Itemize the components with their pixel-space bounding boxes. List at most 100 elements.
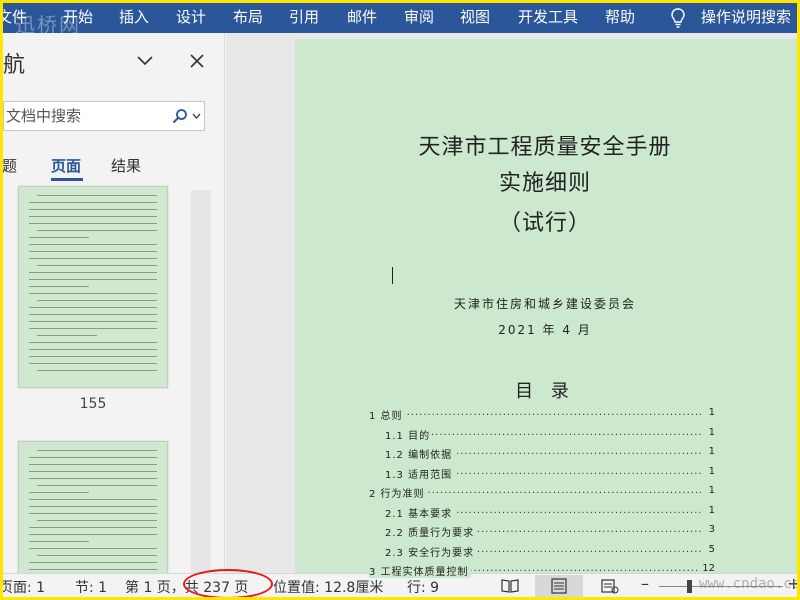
ribbon-tabs: 文件 开始 插入 设计 布局 引用 邮件 审阅 视图 开发工具 帮助 操作说明搜…	[3, 3, 797, 37]
word-window: 文件 开始 插入 设计 布局 引用 邮件 审阅 视图 开发工具 帮助 操作说明搜…	[3, 3, 797, 597]
toc-entry[interactable]: ........................................…	[369, 407, 715, 423]
tab-home[interactable]: 开始	[63, 3, 93, 33]
page-thumbnail[interactable]	[18, 186, 168, 388]
status-page[interactable]: 页面: 1	[3, 577, 45, 597]
toc-entry-page: 1	[706, 446, 715, 457]
toc-heading: 目 录	[515, 381, 575, 402]
thumbnail-text-line	[29, 328, 157, 329]
page-thumbnail[interactable]	[18, 441, 168, 573]
search-icon[interactable]	[172, 108, 188, 124]
doc-title-line1: 天津市工程质量安全手册	[418, 135, 672, 160]
zoom-out-button[interactable]: –	[641, 574, 649, 593]
thumbnail-text-line	[37, 450, 157, 451]
thumbnail-text-line	[29, 251, 157, 252]
close-icon[interactable]	[189, 53, 205, 69]
toc-entry-label: 2 行为准则	[369, 485, 427, 500]
nav-tab-headings[interactable]: 标题	[3, 155, 17, 176]
toc-entry-label: 2.1 基本要求	[385, 504, 455, 520]
thumbnail-text-line	[37, 335, 97, 336]
thumbnail-text-line	[29, 562, 157, 563]
thumbnail-text-line	[29, 513, 157, 514]
thumbnail-text-line	[29, 244, 157, 245]
thumbnail-text-line	[29, 356, 157, 357]
zoom-slider-handle[interactable]	[687, 580, 692, 593]
thumbnail-text-line	[29, 286, 89, 287]
thumbnail-text-line	[29, 569, 157, 570]
web-layout-icon[interactable]	[601, 578, 619, 594]
thumbnail-text-line	[29, 272, 157, 273]
toc-dot-leader: ........................................…	[385, 426, 701, 438]
status-line[interactable]: 行: 9	[407, 577, 439, 597]
print-layout-icon[interactable]	[550, 578, 568, 594]
status-position[interactable]: 位置值: 12.8厘米	[273, 577, 383, 597]
thumbnail-text-line	[29, 216, 157, 217]
thumbnail-text-line	[29, 527, 157, 528]
thumbnail-text-line	[37, 520, 157, 521]
thumbnail-text-line	[29, 492, 89, 493]
read-mode-icon[interactable]	[501, 578, 519, 594]
tab-mailings[interactable]: 邮件	[347, 3, 377, 33]
thumbnail-text-line	[29, 314, 157, 315]
toc-entry-label: 1.1 目的	[385, 426, 433, 442]
page-thumbnails: 155	[3, 186, 211, 573]
thumbnail-text-line	[29, 541, 89, 542]
toc-entry[interactable]: ........................................…	[385, 524, 715, 540]
thumbnail-text-line	[29, 548, 157, 549]
toc-entry[interactable]: ........................................…	[385, 465, 715, 482]
thumbnail-text-line	[29, 209, 157, 210]
thumbnail-text-line	[37, 265, 157, 266]
toc-entry[interactable]: ........................................…	[385, 426, 715, 443]
tab-layout[interactable]: 布局	[233, 3, 263, 33]
thumbnail-page-number: 155	[79, 396, 107, 412]
toc-entry-page: 1	[706, 426, 715, 438]
toc-entry[interactable]: ........................................…	[385, 543, 715, 560]
document-area: 天津市工程质量安全手册 实施细则 （试行） 天津市住房和城乡建设委员会 2021…	[226, 33, 797, 578]
navigation-pane: 导航 标题 页面 结果 155	[3, 33, 225, 573]
lightbulb-icon	[671, 8, 685, 28]
toc-entry[interactable]: ........................................…	[369, 485, 715, 501]
thumbnail-text-line	[29, 223, 157, 224]
nav-tab-results[interactable]: 结果	[111, 155, 141, 176]
document-page[interactable]: 天津市工程质量安全手册 实施细则 （试行） 天津市住房和城乡建设委员会 2021…	[295, 39, 797, 578]
thumbnail-text-line	[29, 342, 157, 343]
toc-entry[interactable]: ........................................…	[385, 504, 715, 521]
tab-help[interactable]: 帮助	[605, 3, 635, 33]
thumbnail-text-line	[37, 300, 157, 301]
thumbnail-text-line	[37, 230, 157, 231]
thumbnail-text-line	[29, 279, 157, 280]
tab-developer[interactable]: 开发工具	[518, 3, 578, 33]
tab-review[interactable]: 审阅	[404, 3, 434, 33]
toc-entry-label: 3 工程实体质量控制	[369, 563, 471, 578]
status-section[interactable]: 节: 1	[75, 577, 107, 597]
tab-design[interactable]: 设计	[176, 3, 206, 33]
toc-entry-label: 2.2 质量行为要求	[385, 524, 477, 539]
thumbnail-text-line	[29, 499, 157, 500]
thumbnail-text-line	[37, 195, 157, 196]
toc-entry-page: 3	[706, 524, 715, 535]
chevron-down-icon[interactable]	[136, 53, 154, 67]
thumbnail-text-line	[37, 485, 157, 486]
thumbnail-text-line	[29, 506, 157, 507]
thumbnail-text-line	[29, 363, 157, 364]
search-options-dropdown-icon[interactable]	[192, 113, 201, 120]
thumbnail-text-line	[29, 478, 157, 479]
nav-tab-pages[interactable]: 页面	[51, 155, 81, 176]
toc-entry[interactable]: ........................................…	[385, 446, 715, 462]
nav-title: 导航	[3, 53, 26, 78]
search-input[interactable]	[4, 102, 164, 130]
thumbnail-text-line	[29, 321, 157, 322]
text-cursor	[392, 267, 393, 284]
tab-view[interactable]: 视图	[460, 3, 490, 33]
tab-file[interactable]: 文件	[3, 3, 27, 33]
site-watermark: www.cndao.com	[699, 576, 797, 592]
nav-scrollbar[interactable]	[191, 190, 211, 573]
highlight-ellipse-annotation	[183, 569, 273, 597]
nav-search-box	[3, 101, 205, 131]
tell-me-search[interactable]: 操作说明搜索	[701, 3, 791, 33]
toc-entry-label: 1 总则	[369, 407, 405, 422]
tab-insert[interactable]: 插入	[119, 3, 149, 33]
thumbnail-text-line	[29, 464, 157, 465]
doc-issuer: 天津市住房和城乡建设委员会	[453, 297, 636, 311]
toc-entry-page: 5	[706, 543, 715, 555]
tab-references[interactable]: 引用	[289, 3, 319, 33]
